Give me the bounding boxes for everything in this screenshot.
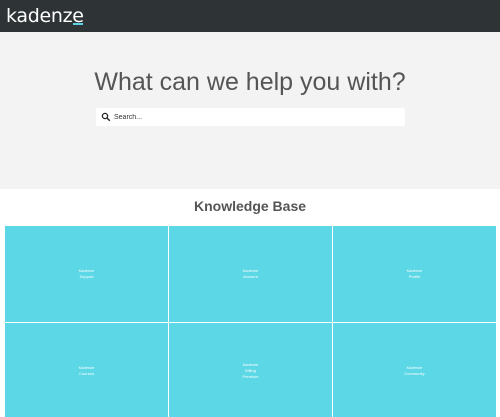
kb-tile-account[interactable]: Kadenze Account (169, 226, 332, 322)
logo-text: kadenz (6, 5, 73, 27)
kb-tile-community[interactable]: Kadenze Community (333, 323, 496, 417)
hero-section: What can we help you with? (0, 32, 500, 189)
top-nav-bar: kadenze (0, 0, 500, 32)
kb-tile-label: Kadenze Courses (78, 364, 95, 376)
kb-tile-label: Kadenze Billing Premium (242, 361, 259, 379)
kb-tile-billing-premium[interactable]: Kadenze Billing Premium (169, 323, 332, 417)
search-box[interactable] (96, 108, 405, 126)
kadenze-logo[interactable]: kadenze (6, 4, 84, 28)
knowledge-base-grid: Kadenze Support Kadenze Account Kadenze … (5, 226, 496, 417)
kb-tile-label: Kadenze Community (404, 364, 425, 376)
kb-tile-label: Kadenze Support (78, 268, 95, 279)
search-input[interactable] (114, 108, 399, 126)
kb-tile-profile[interactable]: Kadenze Profile (333, 226, 496, 322)
kb-tile-label: Kadenze Account (242, 268, 259, 279)
kb-tile-support[interactable]: Kadenze Support (5, 226, 168, 322)
search-icon (101, 112, 111, 122)
hero-title: What can we help you with? (94, 68, 406, 96)
kb-tile-courses[interactable]: Kadenze Courses (5, 323, 168, 417)
kb-tile-label: Kadenze Profile (406, 268, 423, 279)
knowledge-base-title: Knowledge Base (193, 198, 307, 214)
logo-accent-letter: e (72, 5, 84, 27)
